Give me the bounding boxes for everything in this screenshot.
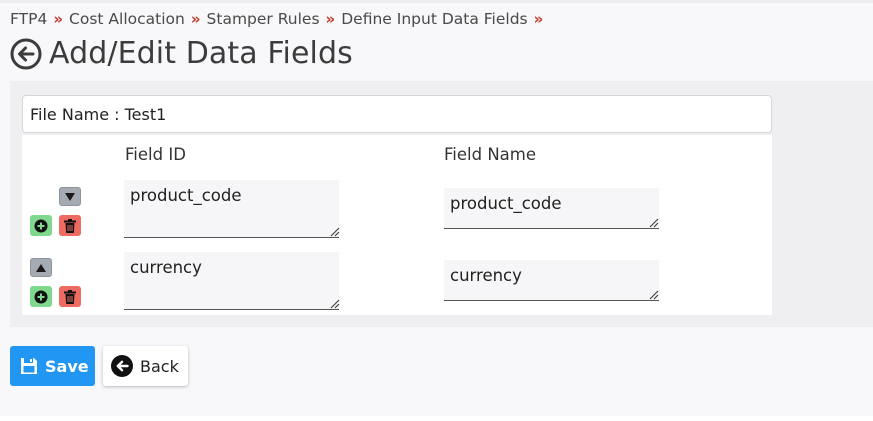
trash-icon xyxy=(64,289,76,304)
trash-icon xyxy=(64,218,76,233)
back-button[interactable]: Back xyxy=(103,346,188,386)
file-name-display: File Name : Test1 xyxy=(22,95,772,133)
save-button-label: Save xyxy=(45,356,89,376)
delete-row-button[interactable] xyxy=(59,286,81,307)
move-up-button[interactable] xyxy=(30,258,52,277)
resize-handle-icon[interactable] xyxy=(647,216,659,228)
resize-handle-icon[interactable] xyxy=(328,297,340,309)
plus-circle-icon xyxy=(34,219,48,232)
breadcrumb-separator: » xyxy=(533,10,544,28)
field-name-input[interactable] xyxy=(444,260,659,301)
back-button-label: Back xyxy=(140,356,179,376)
plus-circle-icon xyxy=(34,290,48,303)
triangle-up-icon xyxy=(36,263,46,272)
back-arrow-circle-icon[interactable] xyxy=(10,38,42,70)
column-header-field-id: Field ID xyxy=(125,145,186,164)
footer-band xyxy=(0,416,873,421)
title-row: Add/Edit Data Fields xyxy=(10,36,353,71)
resize-handle-icon[interactable] xyxy=(647,288,659,300)
add-row-button[interactable] xyxy=(30,215,52,236)
field-id-input[interactable] xyxy=(124,180,339,238)
field-name-input[interactable] xyxy=(444,188,659,229)
breadcrumb-separator: » xyxy=(53,10,64,28)
move-down-button[interactable] xyxy=(59,187,81,206)
delete-row-button[interactable] xyxy=(59,215,81,236)
fields-area: Field ID Field Name xyxy=(22,135,772,315)
arrow-left-circle-icon xyxy=(111,355,133,377)
breadcrumb-stamper-rules[interactable]: Stamper Rules xyxy=(207,10,320,28)
breadcrumb-ftp4[interactable]: FTP4 xyxy=(10,10,47,28)
field-id-input[interactable] xyxy=(124,252,339,310)
floppy-disk-icon xyxy=(21,358,37,374)
breadcrumb-separator: » xyxy=(325,10,336,28)
save-button[interactable]: Save xyxy=(10,346,95,386)
page-title: Add/Edit Data Fields xyxy=(49,36,353,71)
column-header-field-name: Field Name xyxy=(444,145,537,164)
breadcrumb: FTP4 » Cost Allocation » Stamper Rules »… xyxy=(10,10,549,28)
top-border xyxy=(0,0,873,3)
resize-handle-icon[interactable] xyxy=(328,225,340,237)
triangle-down-icon xyxy=(65,192,75,201)
breadcrumb-define-input-data-fields[interactable]: Define Input Data Fields xyxy=(341,10,527,28)
breadcrumb-separator: » xyxy=(190,10,201,28)
add-row-button[interactable] xyxy=(30,286,52,307)
breadcrumb-cost-allocation[interactable]: Cost Allocation xyxy=(69,10,185,28)
